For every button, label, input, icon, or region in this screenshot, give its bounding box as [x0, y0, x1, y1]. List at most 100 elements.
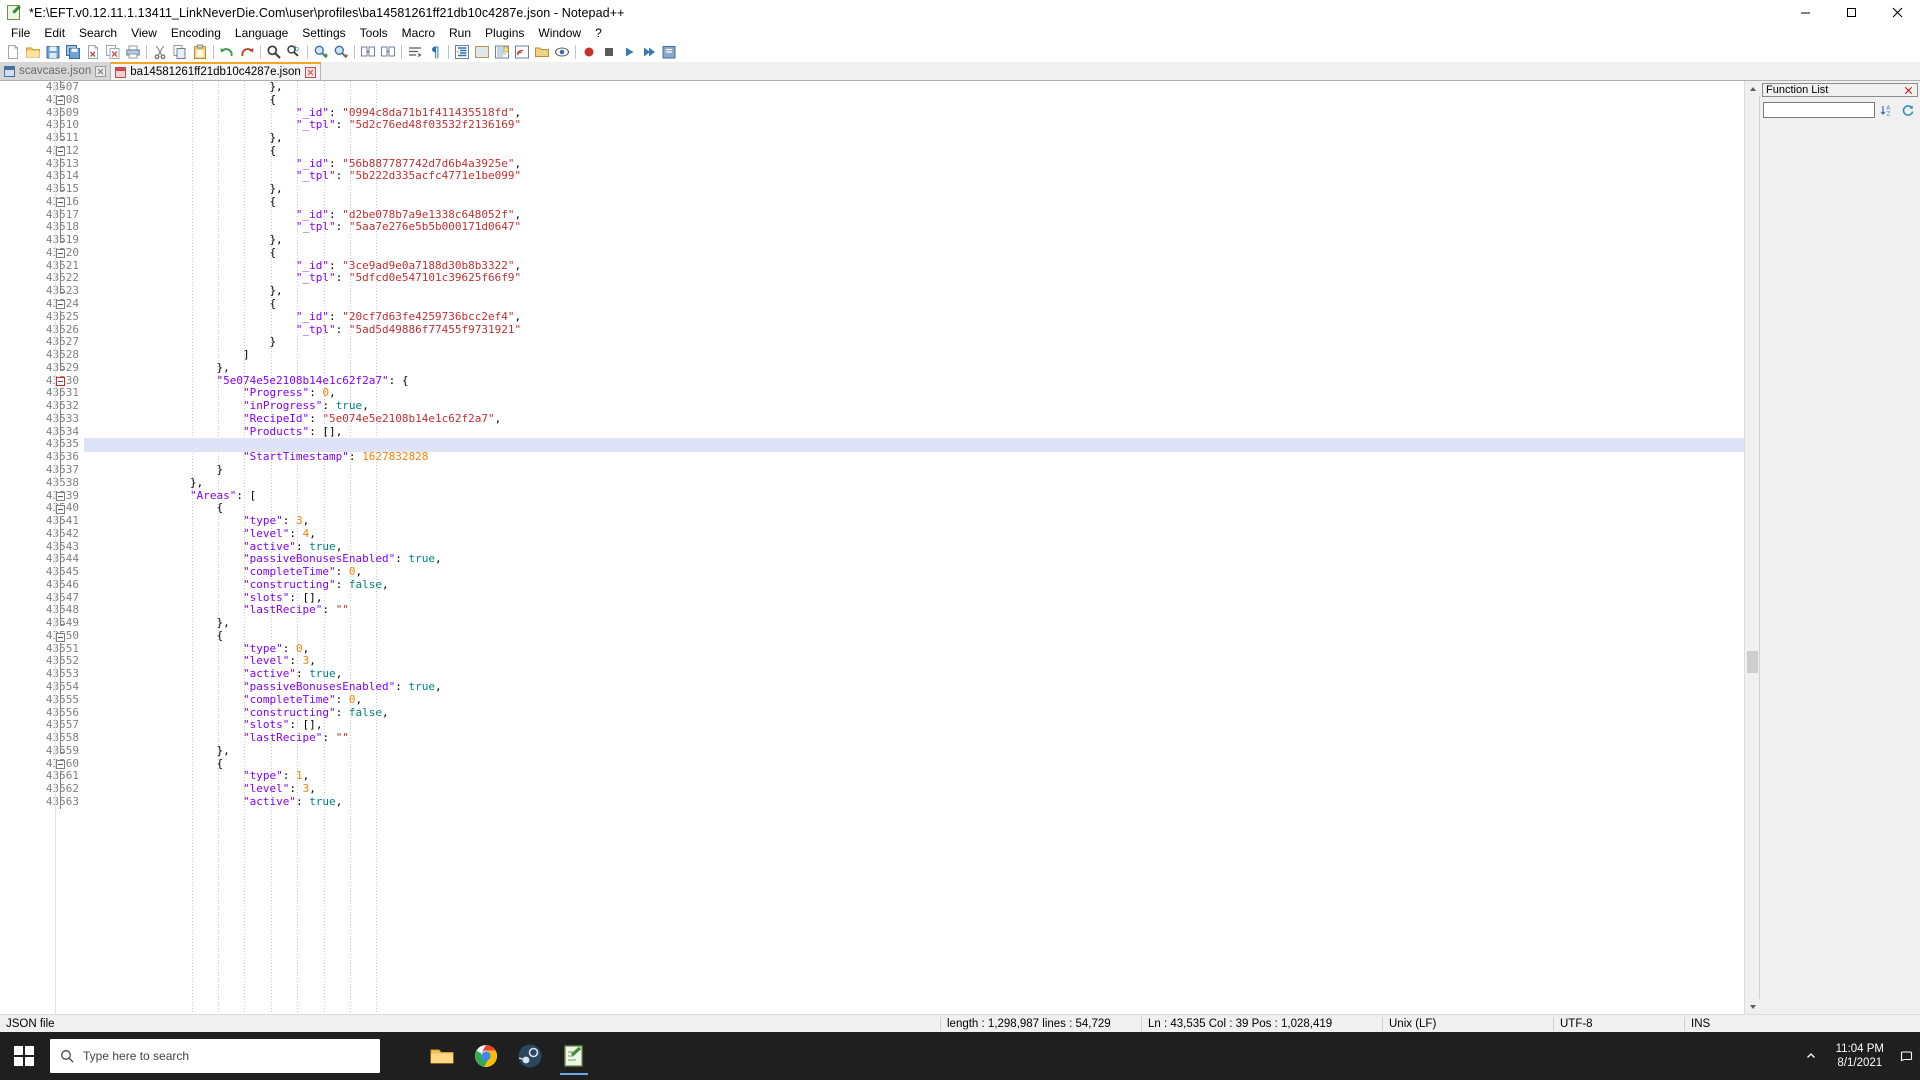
file-explorer-icon[interactable]	[422, 1036, 462, 1076]
taskbar-search-box[interactable]: Type here to search	[50, 1039, 380, 1073]
menu-item-edit[interactable]: Edit	[37, 25, 72, 42]
redo-icon[interactable]	[237, 43, 257, 62]
notifications-icon[interactable]	[1896, 1032, 1916, 1080]
show-hidden-icons-chevron[interactable]	[1798, 1032, 1824, 1080]
close-file-icon[interactable]	[83, 43, 103, 62]
fold-toggle-icon[interactable]	[56, 491, 65, 501]
menu-item-run[interactable]: Run	[442, 25, 478, 42]
word-wrap-icon[interactable]	[405, 43, 425, 62]
menu-item-[interactable]: ?	[588, 25, 609, 42]
menu-item-macro[interactable]: Macro	[395, 25, 442, 42]
code-line[interactable]: },	[84, 744, 1744, 758]
code-line[interactable]: {	[84, 501, 1744, 515]
code-line[interactable]: "StartTimestamp": 1627832828	[84, 450, 1744, 464]
zoom-out-icon[interactable]	[331, 43, 351, 62]
code-line[interactable]: "constructing": false,	[84, 706, 1744, 720]
code-line[interactable]: "_tpl": "5d2c76ed48f03532f2136169"	[84, 118, 1744, 132]
monitoring-icon[interactable]	[552, 43, 572, 62]
copy-icon[interactable]	[170, 43, 190, 62]
code-line[interactable]: ]	[84, 348, 1744, 362]
tab-inactive[interactable]: scavcase.json	[0, 62, 112, 80]
scroll-down-arrow-icon[interactable]	[1745, 999, 1760, 1014]
menu-item-search[interactable]: Search	[72, 25, 124, 42]
tab-active[interactable]: ba14581261ff21db10c4287e.json	[111, 62, 321, 80]
editor-vertical-scrollbar[interactable]	[1744, 81, 1760, 1014]
menu-item-settings[interactable]: Settings	[295, 25, 352, 42]
sync-vertical-scroll-icon[interactable]	[358, 43, 378, 62]
fold-toggle-icon[interactable]	[56, 146, 65, 156]
sync-horizontal-scroll-icon[interactable]	[378, 43, 398, 62]
save-icon[interactable]	[43, 43, 63, 62]
code-line[interactable]: "lastRecipe": ""	[84, 731, 1744, 745]
minimize-button[interactable]	[1782, 0, 1828, 25]
fold-toggle-icon[interactable]	[56, 95, 65, 105]
menu-item-plugins[interactable]: Plugins	[478, 25, 531, 42]
print-icon[interactable]	[123, 43, 143, 62]
scroll-up-arrow-icon[interactable]	[1745, 81, 1760, 96]
close-all-icon[interactable]	[103, 43, 123, 62]
replace-icon[interactable]: b	[284, 43, 304, 62]
menu-item-window[interactable]: Window	[531, 25, 588, 42]
code-line[interactable]: {	[84, 629, 1744, 643]
google-chrome-icon[interactable]	[466, 1036, 506, 1076]
record-macro-icon[interactable]	[579, 43, 599, 62]
function-list-search-input[interactable]	[1763, 101, 1875, 118]
code-line[interactable]: },	[84, 233, 1744, 247]
menu-item-view[interactable]: View	[124, 25, 164, 42]
code-line[interactable]: },	[84, 616, 1744, 630]
save-all-icon[interactable]	[63, 43, 83, 62]
steam-icon[interactable]	[510, 1036, 550, 1076]
function-list-icon[interactable]	[512, 43, 532, 62]
code-line[interactable]: "_tpl": "5ad5d49886f77455f9731921"	[84, 323, 1744, 337]
function-list-tree[interactable]	[1760, 120, 1920, 1014]
close-tab-icon[interactable]	[95, 65, 107, 77]
windows-start-icon[interactable]	[0, 1032, 48, 1080]
code-line[interactable]: "_tpl": "5dfcd0e547101c39625f66f9"	[84, 272, 1744, 285]
stop-macro-icon[interactable]	[599, 43, 619, 62]
paste-icon[interactable]	[190, 43, 210, 62]
code-line[interactable]: },	[84, 284, 1744, 298]
code-line[interactable]: },	[84, 81, 1744, 94]
fold-toggle-icon[interactable]	[56, 760, 65, 770]
menu-item-language[interactable]: Language	[228, 25, 295, 42]
fold-toggle-icon[interactable]	[56, 198, 65, 208]
code-line[interactable]: "Areas": [	[84, 489, 1744, 503]
reload-icon[interactable]	[1899, 101, 1917, 118]
close-tab-icon[interactable]	[304, 66, 316, 78]
code-content[interactable]: }, { "_id": "0994c8da71b1f411435518fd", …	[84, 81, 1744, 1014]
code-folding-column[interactable]	[50, 81, 70, 1014]
notepad-plus-plus-icon[interactable]	[554, 1036, 594, 1076]
code-line[interactable]: "constructing": false,	[84, 578, 1744, 592]
code-line[interactable]: "active": true,	[84, 795, 1744, 809]
save-macro-icon[interactable]	[659, 43, 679, 62]
code-line[interactable]: "type": 3,	[84, 514, 1744, 528]
menu-item-tools[interactable]: Tools	[353, 25, 395, 42]
menu-item-file[interactable]: File	[4, 25, 37, 42]
scrollbar-thumb[interactable]	[1747, 651, 1758, 673]
code-line[interactable]: }	[84, 463, 1744, 477]
code-line[interactable]: "_tpl": "5b222d335acfc4771e1be099"	[84, 169, 1744, 183]
fold-toggle-icon[interactable]	[56, 376, 65, 386]
code-line[interactable]: "type": 0,	[84, 642, 1744, 656]
menu-item-encoding[interactable]: Encoding	[164, 25, 228, 42]
code-line[interactable]: "type": 1,	[84, 769, 1744, 783]
fold-toggle-icon[interactable]	[56, 249, 65, 259]
code-editor[interactable]: 4350743508435094351043511435124351343514…	[0, 81, 1744, 1014]
taskbar-clock[interactable]: 11:04 PM 8/1/2021	[1824, 1042, 1896, 1070]
sort-icon[interactable]: A Z	[1878, 101, 1896, 118]
code-line[interactable]: },	[84, 182, 1744, 196]
find-icon[interactable]	[264, 43, 284, 62]
close-icon[interactable]	[1903, 85, 1914, 96]
code-line[interactable]: {	[84, 757, 1744, 771]
user-defined-dialog-icon[interactable]	[472, 43, 492, 62]
maximize-button[interactable]	[1828, 0, 1874, 25]
fold-toggle-icon[interactable]	[56, 632, 65, 642]
show-all-chars-icon[interactable]: ¶	[425, 43, 445, 62]
code-line[interactable]: }	[84, 335, 1744, 349]
new-file-icon[interactable]	[3, 43, 23, 62]
code-line[interactable]: "lastRecipe": ""	[84, 604, 1744, 617]
run-macro-multiple-icon[interactable]	[639, 43, 659, 62]
open-file-icon[interactable]	[23, 43, 43, 62]
indent-guide-icon[interactable]	[452, 43, 472, 62]
code-line[interactable]: },	[84, 131, 1744, 145]
